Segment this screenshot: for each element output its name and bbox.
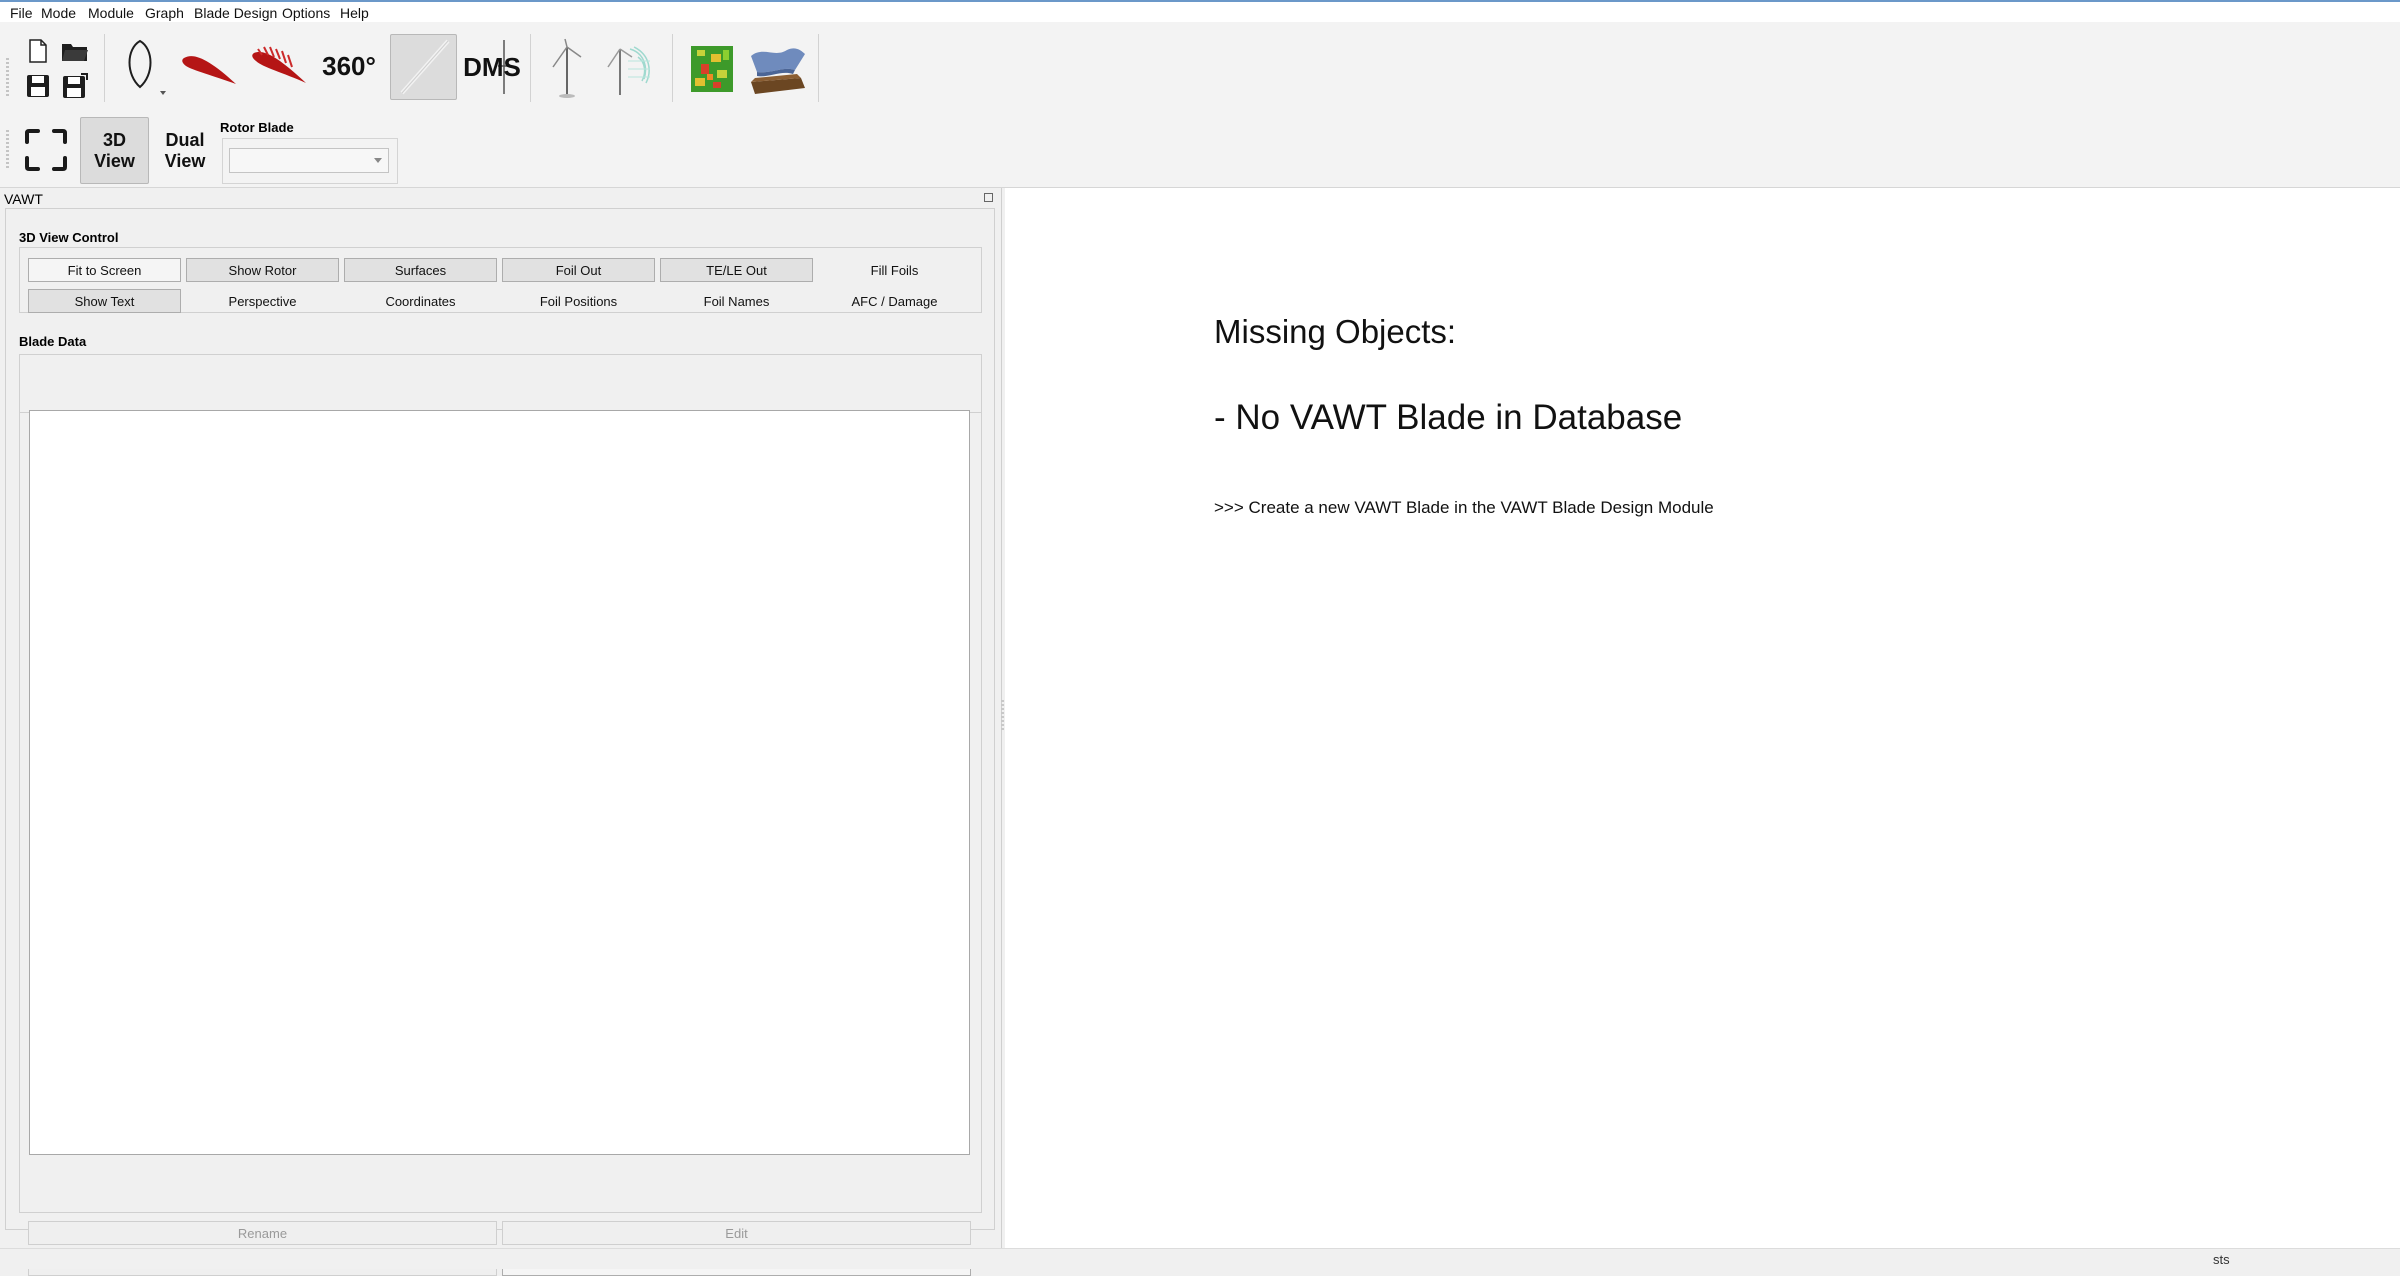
xfoil-analysis-icon[interactable]	[178, 40, 242, 96]
fullscreen-icon[interactable]	[20, 124, 72, 176]
polar-360-label: 360°	[322, 50, 376, 81]
open-project-icon[interactable]	[60, 36, 90, 66]
toolbar-grip[interactable]	[6, 130, 9, 170]
dock-float-icon[interactable]	[984, 193, 993, 202]
missing-objects-hint: >>> Create a new VAWT Blade in the VAWT …	[1214, 498, 1714, 517]
chevron-down-icon	[374, 158, 382, 163]
menu-file[interactable]: File	[10, 4, 33, 22]
menu-help[interactable]: Help	[340, 4, 369, 22]
dock-title: VAWT	[4, 191, 43, 207]
main-toolbar: 360° DMS	[0, 22, 2400, 113]
toolbar-separator	[530, 34, 531, 102]
rotor-blade-label: Rotor Blade	[220, 120, 294, 135]
terrain-icon[interactable]	[746, 38, 810, 98]
fit-to-screen-button[interactable]: Fit to Screen	[28, 258, 181, 282]
turbine-definition-icon[interactable]	[540, 36, 590, 100]
rotor-blade-select[interactable]	[229, 148, 389, 173]
foil-out-button[interactable]: Foil Out	[502, 258, 655, 282]
polar-icon[interactable]	[246, 36, 312, 96]
toolbar-separator	[104, 34, 105, 102]
menu-blade-design[interactable]: Blade Design	[194, 4, 277, 22]
missing-object-item: - No VAWT Blade in Database	[1214, 398, 1683, 437]
edit-button[interactable]: Edit	[502, 1221, 971, 1245]
turbine-simulation-icon[interactable]	[598, 36, 658, 100]
status-bar: sts	[0, 1248, 2400, 1269]
foil-positions-button[interactable]: Foil Positions	[502, 289, 655, 313]
coordinates-button[interactable]: Coordinates	[344, 289, 497, 313]
te-le-out-button[interactable]: TE/LE Out	[660, 258, 813, 282]
blade-data-list[interactable]	[29, 410, 970, 1155]
blade-data-label: Blade Data	[19, 334, 87, 349]
surfaces-button[interactable]: Surfaces	[344, 258, 497, 282]
menu-module[interactable]: Module	[88, 4, 134, 22]
dms-module-icon[interactable]: DMS	[462, 36, 522, 98]
menubar: File Mode Module Graph Blade Design Opti…	[0, 2, 2400, 23]
perspective-button[interactable]: Perspective	[186, 289, 339, 313]
afc-damage-button[interactable]: AFC / Damage	[818, 289, 971, 313]
extrapolation-360-icon[interactable]: 360°	[316, 38, 382, 94]
field-simulation-icon[interactable]	[684, 38, 740, 98]
new-project-icon[interactable]	[24, 36, 52, 66]
foil-names-button[interactable]: Foil Names	[660, 289, 813, 313]
splitter-handle[interactable]	[1001, 700, 1004, 730]
blade-design-icon[interactable]	[390, 34, 457, 100]
view-3d-button[interactable]: 3D View	[80, 117, 149, 184]
toolbar-separator	[672, 34, 673, 102]
toolbar-separator	[818, 34, 819, 102]
rename-button[interactable]: Rename	[28, 1221, 497, 1245]
show-rotor-button[interactable]: Show Rotor	[186, 258, 339, 282]
view-3d-label: 3D View	[94, 129, 135, 171]
status-text: sts	[2213, 1252, 2230, 1267]
missing-objects-title: Missing Objects:	[1214, 313, 1457, 350]
menu-options[interactable]: Options	[282, 4, 330, 22]
dms-label: DMS	[463, 51, 521, 82]
menu-graph[interactable]: Graph	[145, 4, 184, 22]
toolbar-grip[interactable]	[6, 58, 9, 98]
save-as-icon[interactable]	[60, 70, 90, 102]
menu-mode[interactable]: Mode	[41, 4, 76, 22]
fill-foils-button[interactable]: Fill Foils	[818, 258, 971, 282]
airfoil-design-icon[interactable]	[116, 34, 168, 98]
dual-view-button[interactable]: Dual View	[152, 117, 218, 184]
dual-view-label: Dual View	[164, 129, 206, 171]
show-text-button[interactable]: Show Text	[28, 289, 181, 313]
view-control-label: 3D View Control	[19, 230, 119, 245]
save-icon[interactable]	[24, 70, 52, 102]
